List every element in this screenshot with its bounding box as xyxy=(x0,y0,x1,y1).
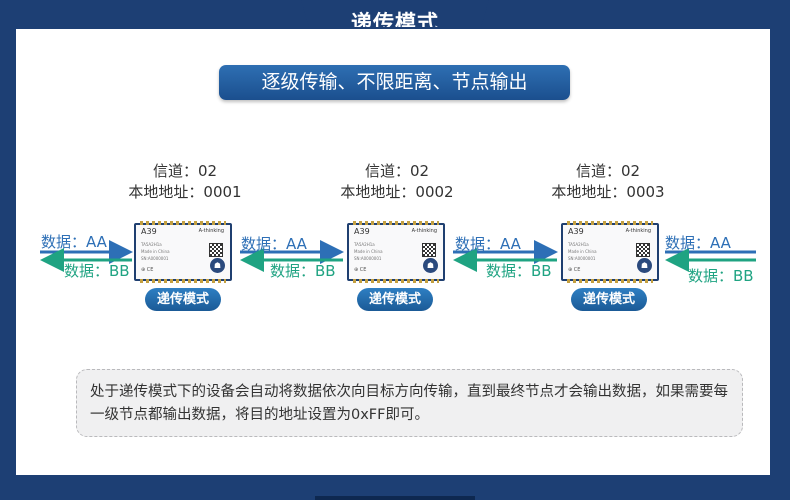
module-text: SN:A0000001 xyxy=(568,256,596,261)
data-label-aa: 数据：AA xyxy=(665,234,731,252)
cert-marks: ⊕ CE xyxy=(354,267,367,273)
module-text: Made in China xyxy=(568,249,597,254)
qr-code-icon xyxy=(422,243,436,257)
radio-module-3: A39 A-thinking TA5A2H1a Made in China SN… xyxy=(561,221,659,283)
brand-logo-icon: ☗ xyxy=(637,258,652,273)
mode-badge-1: 递传模式 xyxy=(145,288,221,311)
module-brand: A-thinking xyxy=(625,228,651,234)
module-brand: A-thinking xyxy=(411,228,437,234)
mode-badge-2: 递传模式 xyxy=(357,288,433,311)
qr-code-icon xyxy=(209,243,223,257)
mode-badge-3: 递传模式 xyxy=(571,288,647,311)
brand-logo-icon: ☗ xyxy=(210,258,225,273)
data-label-aa: 数据：AA xyxy=(241,235,307,253)
module-name: A39 xyxy=(141,227,157,236)
module-name: A39 xyxy=(354,227,370,236)
data-label-bb: 数据：BB xyxy=(64,262,130,280)
cert-marks: ⊕ CE xyxy=(141,267,154,273)
module-text: TA5A2H1a xyxy=(568,242,589,247)
module-text: TA5A2H1a xyxy=(354,242,375,247)
module-text: TA5A2H1a xyxy=(141,242,162,247)
module-text: SN:A0000001 xyxy=(141,256,169,261)
cert-marks: ⊕ CE xyxy=(568,267,581,273)
bottom-tab xyxy=(315,496,475,500)
data-label-aa: 数据：AA xyxy=(455,235,521,253)
module-text: Made in China xyxy=(354,249,383,254)
data-label-bb: 数据：BB xyxy=(270,262,336,280)
module-text: SN:A0000001 xyxy=(354,256,382,261)
module-text: Made in China xyxy=(141,249,170,254)
description-note: 处于递传模式下的设备会自动将数据依次向目标方向传输，直到最终节点才会输出数据，如… xyxy=(76,369,743,437)
brand-logo-icon: ☗ xyxy=(423,258,438,273)
module-name: A39 xyxy=(568,227,584,236)
data-label-bb: 数据：BB xyxy=(486,262,552,280)
radio-module-2: A39 A-thinking TA5A2H1a Made in China SN… xyxy=(347,221,445,283)
qr-code-icon xyxy=(636,243,650,257)
radio-module-1: A39 A-thinking TA5A2H1a Made in China SN… xyxy=(134,221,232,283)
data-label-aa: 数据：AA xyxy=(41,233,107,251)
module-brand: A-thinking xyxy=(198,228,224,234)
data-label-bb: 数据：BB xyxy=(688,267,754,285)
